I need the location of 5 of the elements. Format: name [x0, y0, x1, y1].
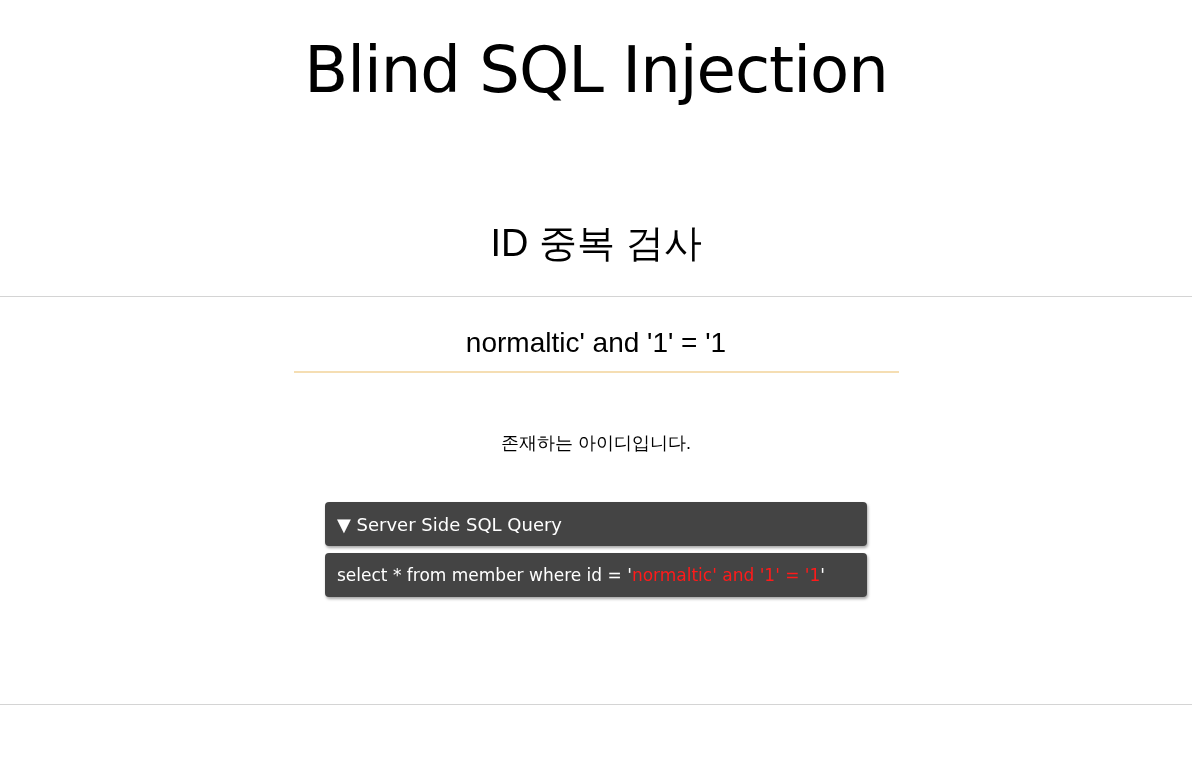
result-message: 존재하는 아이디입니다. — [501, 432, 691, 456]
sql-query-text: select * from member where id = 'normaltic' and '1' = '1' — [325, 553, 867, 598]
section-title: ID 중복 검사 — [490, 220, 702, 266]
query-panel-header[interactable]: ▼ Server Side SQL Query — [325, 502, 867, 547]
page-title: Blind SQL Injection — [304, 32, 888, 109]
